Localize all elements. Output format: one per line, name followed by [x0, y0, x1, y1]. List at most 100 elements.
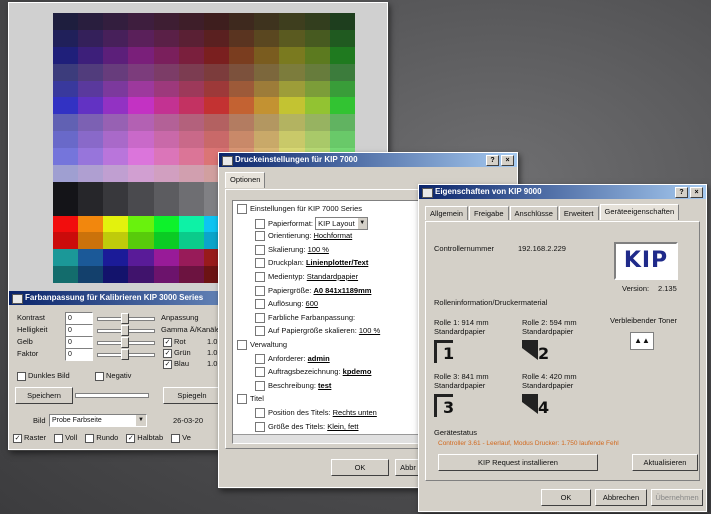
ok-button[interactable]: OK — [331, 459, 389, 476]
spiegeln-button[interactable]: Spiegeln — [163, 387, 221, 404]
color-swatch — [103, 80, 129, 98]
tab-3[interactable]: Erweitert — [558, 206, 599, 220]
tree-item[interactable]: Auflösung: 600 — [255, 298, 319, 310]
color-swatch — [178, 131, 204, 148]
tree-item[interactable]: Verwaltung — [237, 339, 287, 351]
tree-item[interactable]: Orientierung: Hochformat — [255, 230, 352, 242]
tree-item[interactable]: Auftragsbezeichnung: kpdemo — [255, 366, 372, 378]
control-value-field[interactable]: 0 — [65, 348, 93, 361]
channel-checkbox[interactable]: ✓ Blau — [163, 359, 189, 369]
option-checkbox[interactable]: ✓ Raster — [13, 433, 46, 443]
tree-item[interactable]: Größe des Titels: Klein, fett — [255, 421, 358, 432]
channel-checkbox[interactable]: ✓ Grün — [163, 348, 191, 358]
install-request-button[interactable]: KIP Request installieren — [438, 454, 598, 471]
color-swatch — [103, 266, 129, 283]
color-swatch — [304, 46, 330, 64]
tree-item[interactable]: Titel — [237, 393, 264, 405]
papierformat-select[interactable]: KIP Layout ▼ — [315, 216, 368, 230]
doc-icon — [255, 258, 265, 269]
color-swatch — [329, 131, 355, 148]
tree-item[interactable]: Medientyp: Standardpapier — [255, 271, 358, 283]
color-swatch — [53, 164, 79, 182]
tree-item-value[interactable]: 100 % — [308, 245, 329, 254]
color-swatch — [103, 215, 129, 233]
ok-button[interactable]: OK — [541, 489, 591, 506]
gamma-label: Gamma Ä/Kanäle — [161, 325, 221, 334]
color-swatch — [53, 13, 79, 30]
color-swatch — [103, 63, 129, 81]
tree-item-value[interactable]: Hochformat — [313, 231, 352, 240]
refresh-button[interactable]: Aktualisieren — [632, 454, 698, 471]
color-swatch — [229, 114, 255, 132]
tree-item-value[interactable]: A0 841x1189mm — [313, 286, 371, 295]
close-button[interactable]: × — [501, 155, 514, 166]
speichern-button[interactable]: Speichern — [15, 387, 73, 404]
negativ-checkbox[interactable]: Negativ — [95, 371, 131, 381]
tree-item-value[interactable]: kpdemo — [343, 367, 372, 376]
color-swatch — [178, 29, 204, 47]
tab-0[interactable]: Allgemein — [425, 206, 468, 220]
option-checkbox[interactable]: Voll — [54, 433, 77, 443]
tab-4[interactable]: Geräteeigenschaften — [599, 204, 680, 220]
color-swatch — [53, 63, 79, 81]
tree-item-value[interactable]: test — [318, 381, 331, 390]
slider-thumb[interactable] — [121, 313, 129, 324]
tree-item[interactable]: Papiergröße: A0 841x1189mm — [255, 285, 371, 296]
option-checkbox[interactable]: Ve — [171, 433, 191, 443]
apply-button[interactable]: Übernehmen — [651, 489, 703, 506]
tree-item[interactable]: Anforderer: admin — [255, 353, 330, 364]
doc-icon — [255, 244, 265, 255]
tree-item-value[interactable]: admin — [308, 354, 330, 363]
color-swatch — [78, 266, 104, 283]
doc-icon — [255, 421, 265, 432]
control-label: Helligkeit — [17, 325, 48, 334]
tab-1[interactable]: Freigabe — [468, 206, 509, 220]
option-checkbox[interactable]: Rundo — [85, 433, 118, 443]
close-button[interactable]: × — [690, 187, 703, 198]
doc-icon — [255, 231, 265, 242]
color-swatch — [103, 13, 129, 30]
channel-value: 1.0 — [207, 359, 218, 368]
tree-item[interactable]: Papierformat: KIP Layout ▼ — [255, 216, 368, 230]
tree-item[interactable]: Beschreibung: test — [255, 380, 331, 391]
tree-item[interactable]: Auf Papiergröße skalieren: 100 % — [255, 325, 380, 337]
color-swatch — [103, 131, 129, 148]
checkbox-box — [54, 433, 64, 443]
bild-select[interactable]: Probe Farbseite ▼ — [49, 414, 147, 427]
tree-item-value[interactable]: Linienplotter/Text — [306, 258, 368, 267]
color-swatch — [53, 198, 79, 216]
checkbox-box: ✓ — [13, 433, 22, 443]
color-swatch — [78, 131, 104, 148]
options-tree[interactable]: Einstellungen für KIP 7000 Series Papier… — [232, 200, 420, 444]
tree-scrollbar[interactable] — [233, 434, 419, 443]
color-swatch — [304, 29, 330, 47]
tree-item-value[interactable]: 600 — [306, 299, 319, 308]
speichern-slider[interactable] — [75, 393, 149, 398]
tree-item[interactable]: Skalierung: 100 % — [255, 244, 329, 255]
color-swatch — [203, 131, 230, 148]
printer-icon — [422, 188, 433, 198]
slider-thumb[interactable] — [121, 325, 129, 336]
color-swatch — [153, 164, 179, 182]
channel-checkbox[interactable]: ✓ Rot — [163, 337, 186, 347]
tree-item[interactable]: Position des Titels: Rechts unten — [255, 407, 377, 419]
color-swatch — [78, 63, 104, 81]
tree-item[interactable]: Farbliche Farbanpassung: — [255, 312, 355, 323]
tab-2[interactable]: Anschlüsse — [509, 206, 558, 220]
help-button[interactable]: ? — [486, 155, 499, 166]
tree-item-value[interactable]: Rechts unten — [333, 408, 377, 417]
tab-optionen[interactable]: Optionen — [225, 172, 266, 188]
color-swatch — [103, 249, 129, 267]
tree-item-value[interactable]: Standardpapier — [307, 272, 358, 281]
slider-thumb[interactable] — [121, 337, 129, 348]
tree-item-value[interactable]: Klein, fett — [327, 422, 358, 431]
tree-item[interactable]: Einstellungen für KIP 7000 Series — [237, 203, 362, 215]
cancel-button[interactable]: Abbrechen — [595, 489, 647, 506]
tree-item-value[interactable]: 100 % — [359, 326, 380, 335]
option-checkbox[interactable]: ✓ Halbtab — [126, 433, 163, 443]
tree-item[interactable]: Druckplan: Linienplotter/Text — [255, 257, 368, 269]
slider-thumb[interactable] — [121, 349, 129, 360]
dunkles-bild-checkbox[interactable]: Dunkles Bild — [17, 371, 70, 381]
color-swatch — [178, 215, 204, 233]
help-button[interactable]: ? — [675, 187, 688, 198]
